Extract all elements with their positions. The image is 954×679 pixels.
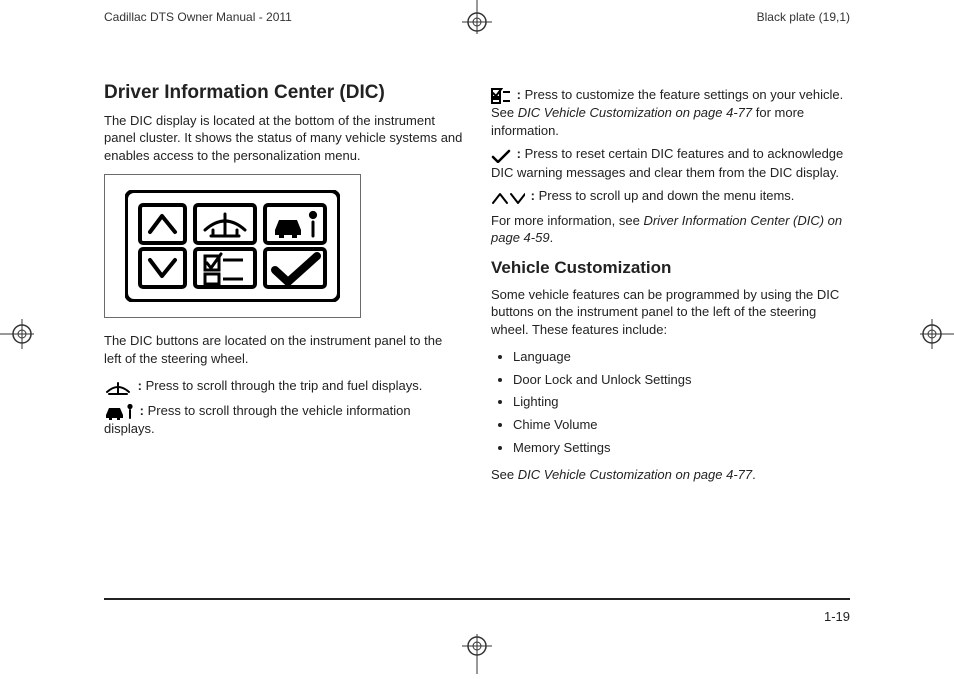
colon-sep: : [140, 403, 144, 418]
feature-list: Language Door Lock and Unlock Settings L… [491, 348, 850, 456]
up-down-icon [491, 188, 525, 206]
page-footer: 1-19 [104, 598, 850, 626]
colon-sep: : [517, 146, 521, 161]
header-left: Cadillac DTS Owner Manual - 2011 [104, 9, 292, 25]
checkmark-icon [491, 146, 511, 164]
right-column: : Press to customize the feature setting… [491, 80, 850, 494]
feature-item: Lighting [513, 393, 850, 411]
dic-button-panel-icon [125, 190, 340, 302]
colon-sep: : [531, 188, 535, 203]
registration-mark-left [0, 304, 34, 364]
entry-scroll: : Press to scroll up and down the menu i… [491, 187, 850, 205]
dic-buttons-figure [104, 174, 361, 318]
entry-vehicle-info-text: Press to scroll through the vehicle info… [104, 403, 411, 436]
more-info-a: For more information, see [491, 213, 643, 228]
entry-reset-text: Press to reset certain DIC features and … [491, 146, 843, 179]
feature-item: Language [513, 348, 850, 366]
entry-customize-ref: DIC Vehicle Customization on page 4-77 [518, 105, 752, 120]
content-area: Driver Information Center (DIC) The DIC … [104, 80, 850, 494]
entry-vehicle-info: : Press to scroll through the vehicle in… [104, 402, 463, 438]
header-right: Black plate (19,1) [757, 9, 850, 25]
manual-page: Cadillac DTS Owner Manual - 2011 Black p… [0, 0, 954, 668]
colon-sep: : [138, 378, 142, 393]
customize-icon [491, 87, 511, 105]
feature-item: Chime Volume [513, 416, 850, 434]
left-column: Driver Information Center (DIC) The DIC … [104, 80, 463, 494]
vehicle-customization-intro: Some vehicle features can be programmed … [491, 286, 850, 339]
dic-buttons-caption: The DIC buttons are located on the instr… [104, 332, 463, 367]
see-b: . [752, 467, 756, 482]
more-info-b: . [550, 230, 554, 245]
entry-customize: : Press to customize the feature setting… [491, 86, 850, 139]
registration-mark-right [920, 304, 954, 364]
section-title-vehicle-customization: Vehicle Customization [491, 257, 850, 280]
see-ref: See DIC Vehicle Customization on page 4-… [491, 466, 850, 484]
section-title-dic: Driver Information Center (DIC) [104, 80, 463, 106]
registration-mark-bottom [447, 634, 507, 674]
dic-intro: The DIC display is located at the bottom… [104, 112, 463, 165]
entry-reset: : Press to reset certain DIC features an… [491, 145, 850, 181]
see-ref-text: DIC Vehicle Customization on page 4-77 [518, 467, 752, 482]
more-info: For more information, see Driver Informa… [491, 212, 850, 247]
entry-scroll-text: Press to scroll up and down the menu ite… [539, 188, 795, 203]
entry-trip-fuel: : Press to scroll through the trip and f… [104, 377, 463, 395]
see-a: See [491, 467, 518, 482]
colon-sep: : [517, 87, 521, 102]
trip-fuel-icon [104, 378, 132, 396]
page-header: Cadillac DTS Owner Manual - 2011 Black p… [0, 9, 954, 25]
feature-item: Memory Settings [513, 439, 850, 457]
feature-item: Door Lock and Unlock Settings [513, 371, 850, 389]
vehicle-info-icon [104, 403, 134, 421]
page-number: 1-19 [824, 609, 850, 624]
entry-trip-fuel-text: Press to scroll through the trip and fue… [146, 378, 423, 393]
